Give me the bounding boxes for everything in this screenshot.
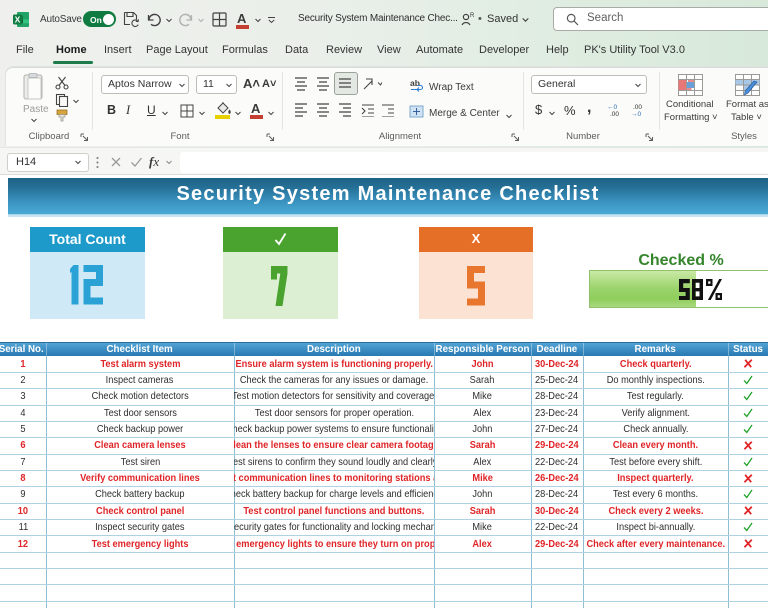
svg-text:X: X [15, 15, 21, 25]
svg-text:→0: →0 [631, 111, 642, 117]
svg-text:.00: .00 [610, 111, 619, 117]
svg-text:ab: ab [410, 79, 420, 88]
svg-text:←0: ←0 [607, 104, 618, 111]
svg-text:R: R [470, 13, 474, 19]
svg-text:.00: .00 [633, 104, 642, 111]
